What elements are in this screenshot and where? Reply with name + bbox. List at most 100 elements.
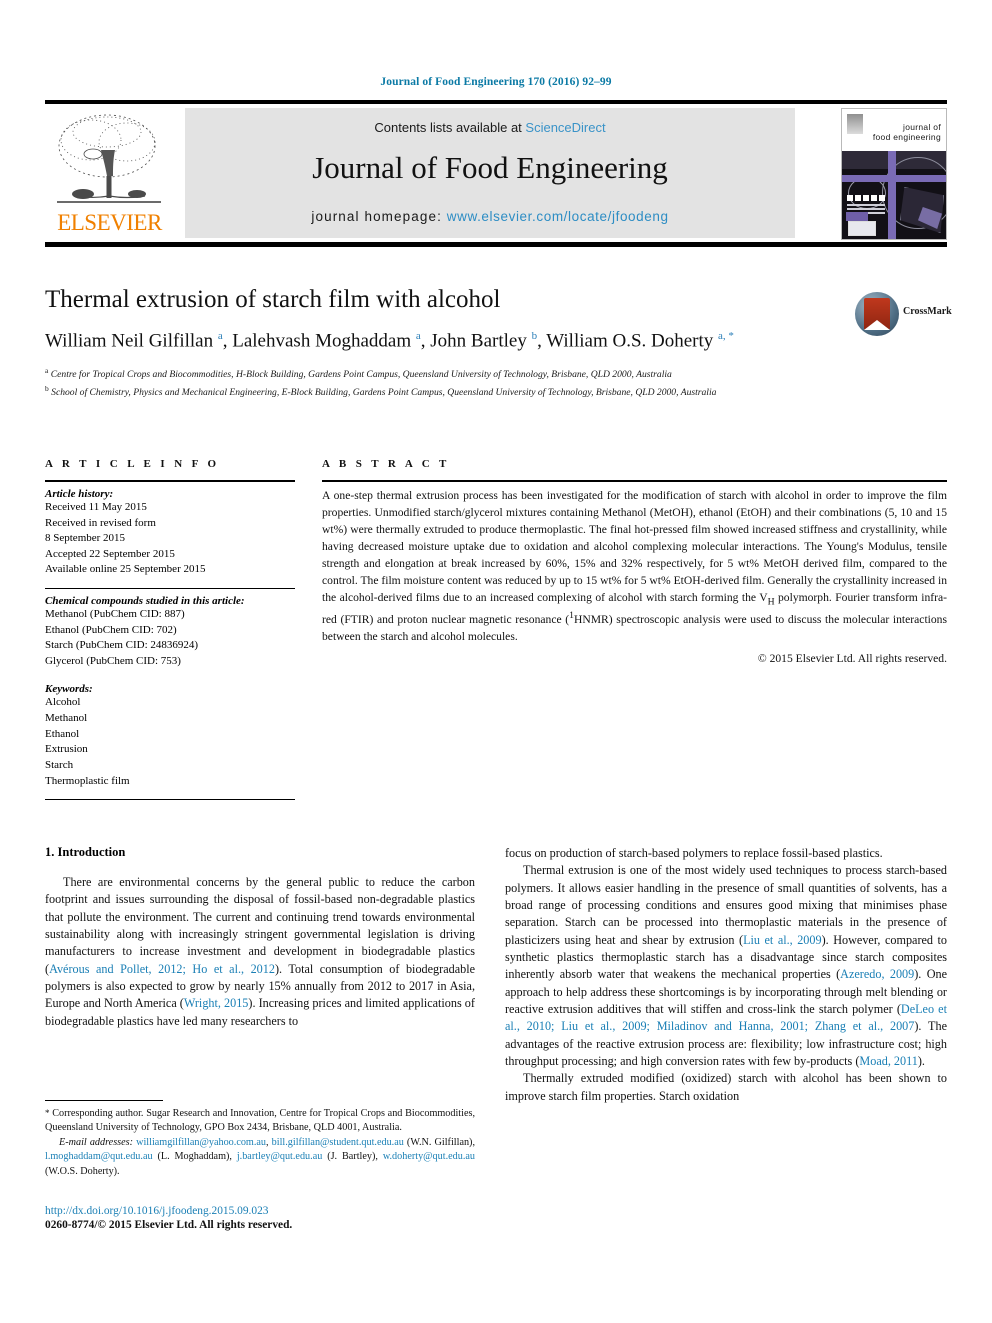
body-right-column: focus on production of starch-based poly… (505, 845, 947, 1105)
abstract-copyright: © 2015 Elsevier Ltd. All rights reserved… (757, 651, 947, 665)
elsevier-tree-icon (53, 110, 165, 208)
corresponding-author-footnote: * Corresponding author. Sugar Research a… (45, 1100, 475, 1179)
abstract-rule (322, 480, 947, 482)
keyword-item: Extrusion (45, 743, 88, 756)
history-item: Received 11 May 2015 (45, 501, 147, 513)
article-info-rule-3 (45, 799, 295, 801)
article-info-column: A R T I C L E I N F O Article history: R… (45, 458, 295, 806)
email-link[interactable]: j.bartley@qut.edu.au (237, 1151, 322, 1162)
affiliation-a: a Centre for Tropical Crops and Biocommo… (45, 366, 672, 381)
footnote-rule (45, 1100, 163, 1101)
cover-header: journal of food engineering (842, 109, 946, 151)
citation-link[interactable]: Wright, 2015 (184, 996, 249, 1010)
doi-link[interactable]: http://dx.doi.org/10.1016/j.jfoodeng.201… (45, 1205, 475, 1217)
keyword-item: Methanol (45, 712, 88, 725)
abstract-column: A B S T R A C T A one-step thermal extru… (322, 458, 947, 665)
keywords-label: Keywords: (45, 683, 93, 696)
compound-item: Starch (PubChem CID: 24836924) (45, 639, 199, 652)
compound-item: Ethanol (PubChem CID: 702) (45, 623, 177, 636)
email-link[interactable]: bill.gilfillan@student.qut.edu.au (272, 1137, 404, 1148)
article-info-rule (45, 480, 295, 482)
masthead-rule-bottom (45, 242, 947, 247)
keyword-item: Ethanol (45, 727, 80, 740)
citation-link[interactable]: Azeredo, 2009 (840, 967, 914, 981)
cover-purple-block (846, 212, 868, 221)
homepage-label: journal homepage: (311, 209, 442, 224)
keyword-item: Starch (45, 758, 74, 771)
intro-paragraph-1: There are environmental concerns by the … (45, 874, 475, 1030)
article-info-heading: A R T I C L E I N F O (45, 458, 220, 470)
citation-link[interactable]: Liu et al., 2009 (743, 933, 822, 947)
intro-paragraph-1-cont: focus on production of starch-based poly… (505, 846, 883, 860)
title-block: Thermal extrusion of starch film with al… (45, 286, 947, 403)
citation-link[interactable]: Moad, 2011 (859, 1054, 917, 1068)
cover-elsevier-icon (847, 114, 863, 134)
crossmark-label: CrossMark (903, 306, 952, 317)
elsevier-logo: ELSEVIER (47, 108, 172, 238)
citation-link[interactable]: Avérous and Pollet, 2012; Ho et al., 201… (49, 962, 275, 976)
affiliation-a-text: Centre for Tropical Crops and Biocommodi… (50, 369, 672, 381)
doi-block: http://dx.doi.org/10.1016/j.jfoodeng.201… (45, 1205, 475, 1231)
body-left-column: 1. Introduction There are environmental … (45, 845, 475, 1030)
compounds-label: Chemical compounds studied in this artic… (45, 595, 245, 608)
keyword-item: Thermoplastic film (45, 774, 130, 787)
journal-homepage-link[interactable]: www.elsevier.com/locate/jfoodeng (447, 209, 669, 224)
footnote-emails: E-mail addresses: williamgilfillan@yahoo… (45, 1136, 475, 1177)
footnote-corresponding: * Corresponding author. Sugar Research a… (45, 1107, 475, 1136)
history-item: 8 September 2015 (45, 532, 126, 545)
email-link[interactable]: l.moghaddam@qut.edu.au (45, 1151, 153, 1162)
email-link[interactable]: w.doherty@qut.edu.au (383, 1151, 475, 1162)
intro-paragraph-2: Thermal extrusion is one of the most wid… (505, 862, 947, 1070)
compound-item: Glycerol (PubChem CID: 753) (45, 654, 181, 667)
affiliation-b: b School of Chemistry, Physics and Mecha… (45, 384, 717, 399)
journal-homepage-line: journal homepage: www.elsevier.com/locat… (185, 209, 795, 224)
cover-artwork (842, 151, 946, 239)
issn-copyright-line: 0260-8774/© 2015 Elsevier Ltd. All right… (45, 1219, 293, 1231)
article-history-label: Article history: (45, 488, 114, 500)
email-owner: (W.N. Gilfillan), (403, 1136, 475, 1148)
email-owner: (W.O.S. Doherty). (45, 1165, 120, 1177)
abstract-text: A one-step thermal extrusion process has… (322, 488, 947, 646)
cover-journal-title: journal of food engineering (867, 122, 941, 143)
crossmark-icon (855, 292, 899, 336)
intro-paragraph-3: Thermally extruded modified (oxidized) s… (505, 1071, 947, 1103)
affiliation-b-text: School of Chemistry, Physics and Mechani… (51, 387, 717, 399)
email-owner: (L. Moghaddam), (152, 1151, 237, 1163)
crossmark-notch-shape (864, 320, 890, 330)
contents-prefix: Contents lists available at (374, 120, 526, 135)
section-heading-introduction: 1. Introduction (45, 845, 126, 859)
elsevier-wordmark: ELSEVIER (57, 210, 162, 235)
journal-article-page: Journal of Food Engineering 170 (2016) 9… (0, 0, 992, 1323)
abstract-subscript: H (767, 595, 775, 607)
article-title: Thermal extrusion of starch film with al… (45, 286, 501, 313)
keyword-item: Alcohol (45, 696, 81, 709)
sciencedirect-link[interactable]: ScienceDirect (525, 120, 605, 135)
contents-list-line: Contents lists available at ScienceDirec… (185, 120, 795, 135)
intro-p1-a: There are environmental concerns by the … (45, 875, 475, 976)
journal-cover-thumbnail[interactable]: journal of food engineering (841, 108, 947, 240)
history-item: Accepted 22 September 2015 (45, 547, 175, 560)
journal-title: Journal of Food Engineering (312, 150, 668, 185)
masthead-banner: Contents lists available at ScienceDirec… (185, 108, 795, 238)
email-link[interactable]: williamgilfillan@yahoo.com.au (136, 1137, 266, 1148)
crossmark-badge[interactable]: CrossMark (855, 292, 952, 338)
article-info-rule-2 (45, 588, 295, 590)
cover-box-shape (848, 221, 876, 236)
history-item: Received in revised form (45, 516, 156, 529)
masthead-rule-top (45, 100, 947, 104)
running-head: Journal of Food Engineering 170 (2016) 9… (380, 76, 612, 88)
email-addresses-label: E-mail addresses: (59, 1136, 134, 1148)
abstract-heading: A B S T R A C T (322, 458, 450, 470)
cover-horizontal-bar (842, 175, 946, 182)
journal-masthead: ELSEVIER Contents lists available at Sci… (45, 100, 947, 248)
email-owner: (J. Bartley), (322, 1151, 383, 1163)
cover-vertical-bar (888, 151, 896, 239)
footnote-corresponding-text: Corresponding author. Sugar Research and… (45, 1108, 475, 1134)
abstract-part-1: A one-step thermal extrusion process has… (322, 489, 947, 604)
intro-p2-e: ). (917, 1053, 925, 1068)
compound-item: Methanol (PubChem CID: 887) (45, 608, 185, 621)
author-list: William Neil Gilfillan a, Lalehvash Mogh… (45, 330, 734, 352)
cover-title-line2: food engineering (872, 131, 941, 142)
history-item: Available online 25 September 2015 (45, 563, 206, 576)
